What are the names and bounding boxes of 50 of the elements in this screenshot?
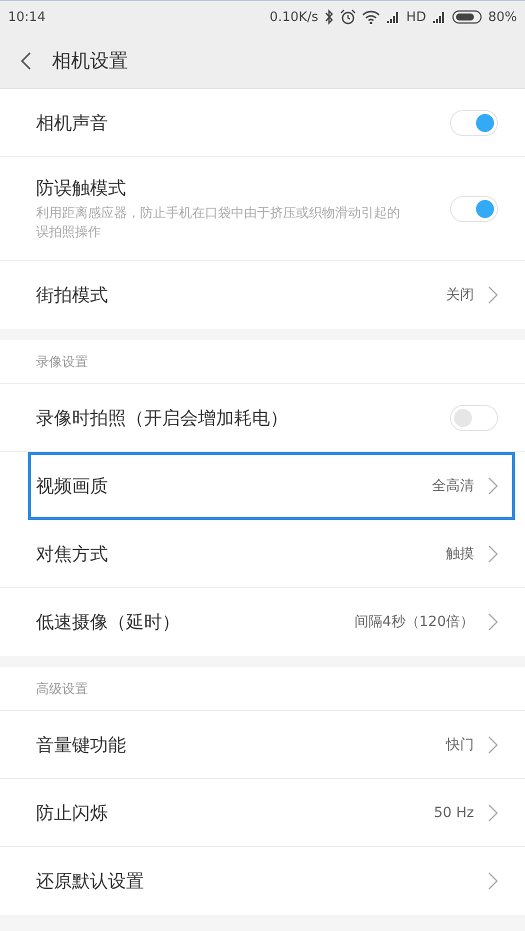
- chevron-right-icon: [488, 286, 498, 304]
- section-header: 录像设置: [0, 340, 525, 384]
- toggle-switch[interactable]: [450, 404, 498, 430]
- clock: 10:14: [8, 10, 46, 24]
- setting-label: 低速摄像（延时）: [36, 611, 181, 634]
- settings-row[interactable]: 对焦方式 触摸: [0, 520, 525, 588]
- setting-value: 50 Hz: [434, 804, 474, 820]
- screen-title: 相机设置: [52, 48, 128, 74]
- chevron-right-icon: [488, 544, 498, 562]
- settings-row[interactable]: 音量键功能 快门: [0, 711, 525, 779]
- toggle-switch[interactable]: [450, 110, 498, 136]
- setting-label: 录像时拍照（开启会增加耗电）: [36, 406, 289, 430]
- setting-label: 街拍模式: [36, 284, 109, 307]
- setting-description: 利用距离感应器，防止手机在口袋中由于挤压或织物滑动引起的误拍照操作: [36, 204, 401, 242]
- setting-label: 还原默认设置: [36, 870, 145, 893]
- wifi-icon: [362, 10, 380, 24]
- bluetooth-icon: [324, 9, 334, 25]
- chevron-right-icon: [488, 613, 498, 631]
- setting-label: 视频画质: [36, 474, 109, 498]
- settings-row[interactable]: 防误触模式 利用距离感应器，防止手机在口袋中由于挤压或织物滑动引起的误拍照操作: [0, 157, 525, 261]
- signal-icon: [432, 11, 446, 23]
- settings-row[interactable]: 低速摄像（延时） 间隔4秒（120倍）: [0, 588, 525, 656]
- setting-value: 间隔4秒（120倍）: [354, 613, 474, 631]
- settings-row[interactable]: 防止闪烁 50 Hz: [0, 779, 525, 847]
- chevron-right-icon: [488, 476, 498, 494]
- settings-row[interactable]: 还原默认设置: [0, 847, 525, 915]
- setting-value: 全高清: [432, 476, 474, 494]
- setting-label: 音量键功能: [36, 734, 127, 756]
- settings-row[interactable]: 街拍模式 关闭: [0, 261, 525, 329]
- chevron-right-icon: [488, 804, 498, 822]
- settings-row[interactable]: 视频画质 全高清: [28, 452, 515, 520]
- signal-icon: [386, 11, 400, 23]
- battery-percent: 80%: [488, 10, 517, 24]
- setting-value: 触摸: [446, 544, 474, 562]
- setting-label: 防止闪烁: [36, 802, 109, 824]
- setting-value: 快门: [446, 736, 474, 754]
- toggle-switch[interactable]: [450, 196, 498, 222]
- chevron-right-icon: [488, 736, 498, 754]
- network-type: HD: [406, 10, 426, 24]
- setting-label: 相机声音: [36, 112, 109, 134]
- battery-icon: [452, 10, 482, 24]
- section-header: 高级设置: [0, 667, 525, 711]
- setting-label: 对焦方式: [36, 542, 109, 566]
- alarm-icon: [340, 9, 356, 25]
- network-speed: 0.10K/s: [270, 10, 318, 24]
- setting-value: 关闭: [446, 286, 474, 304]
- chevron-right-icon: [488, 872, 498, 890]
- settings-row[interactable]: 相机声音: [0, 89, 525, 157]
- setting-label: 防误触模式: [36, 176, 127, 200]
- settings-row[interactable]: 录像时拍照（开启会增加耗电）: [0, 384, 525, 452]
